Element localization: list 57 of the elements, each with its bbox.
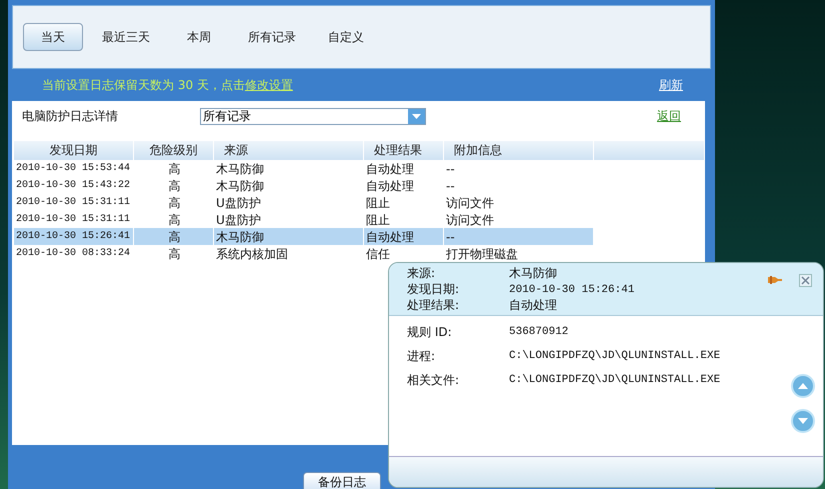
detail-value: 自动处理 (509, 297, 557, 314)
column-header[interactable]: 来源 (214, 141, 364, 160)
record-dropdown[interactable]: 所有记录 (200, 108, 426, 124)
detail-value: 2010-10-30 15:26:41 (509, 284, 634, 296)
tab[interactable]: 所有记录 (235, 23, 309, 51)
table-cell: 高 (134, 245, 214, 262)
scroll-up-button[interactable] (791, 374, 815, 398)
table-cell: 木马防御 (214, 177, 364, 194)
tab[interactable]: 本周 (169, 23, 229, 51)
filter-label: 电脑防护日志详情 (22, 108, 119, 124)
tab[interactable]: 自定义 (315, 23, 377, 51)
detail-value: 木马防御 (509, 265, 557, 282)
column-header[interactable]: 附加信息 (444, 141, 594, 160)
table-cell: 自动处理 (364, 160, 444, 177)
detail-value: 536870912 (509, 326, 568, 338)
table-cell: -- (444, 177, 594, 194)
backup-log-button[interactable]: 备份日志 (303, 472, 381, 489)
table-cell: 阻止 (364, 194, 444, 211)
table-cell: 自动处理 (364, 228, 444, 245)
table-cell: 2010-10-30 15:53:44 (14, 160, 134, 177)
detail-value: C:\LONGIPDFZQ\JD\QLUNINSTALL.EXE (509, 350, 720, 362)
retention-notice: 当前设置日志保留天数为 30 天，点击修改设置 (42, 76, 293, 94)
detail-label: 相关文件: (407, 372, 460, 388)
tab[interactable]: 当天 (23, 23, 83, 51)
up-arrow-icon (797, 382, 809, 390)
table-cell: 木马防御 (214, 228, 364, 245)
column-header[interactable]: 发现日期 (14, 141, 134, 160)
table-cell: 自动处理 (364, 177, 444, 194)
table-cell: 高 (134, 160, 214, 177)
down-arrow-icon (797, 417, 809, 425)
table-cell: 高 (134, 177, 214, 194)
table-cell: 木马防御 (214, 160, 364, 177)
back-link[interactable]: 返回 (657, 108, 681, 124)
column-header[interactable]: 处理结果 (364, 141, 444, 160)
table-cell: 系统内核加固 (214, 245, 364, 262)
column-header[interactable]: 危险级别 (134, 141, 214, 160)
table-cell: -- (444, 160, 594, 177)
table-cell: 2010-10-30 15:31:11 (14, 194, 134, 211)
table-cell: 2010-10-30 15:26:41 (14, 228, 134, 245)
pin-icon[interactable] (767, 275, 783, 285)
detail-label: 进程: (407, 348, 436, 364)
table-cell: 2010-10-30 08:33:24 (14, 245, 134, 262)
detail-value: C:\LONGIPDFZQ\JD\QLUNINSTALL.EXE (509, 374, 720, 386)
table-cell: 高 (134, 228, 214, 245)
table-cell: U盘防护 (214, 194, 364, 211)
detail-label: 来源: (407, 265, 436, 282)
table-cell: 访问文件 (444, 194, 594, 211)
table-cell: -- (444, 228, 594, 245)
table-cell: 高 (134, 194, 214, 211)
tab[interactable]: 最近三天 (89, 23, 163, 51)
table-cell: 2010-10-30 15:43:22 (14, 177, 134, 194)
detail-label: 处理结果: (407, 297, 460, 314)
detail-label: 发现日期: (407, 281, 460, 298)
detail-label: 规则 ID: (407, 324, 453, 340)
refresh-link[interactable]: 刷新 (659, 76, 683, 94)
scroll-down-button[interactable] (791, 409, 815, 433)
close-icon[interactable] (799, 274, 812, 287)
